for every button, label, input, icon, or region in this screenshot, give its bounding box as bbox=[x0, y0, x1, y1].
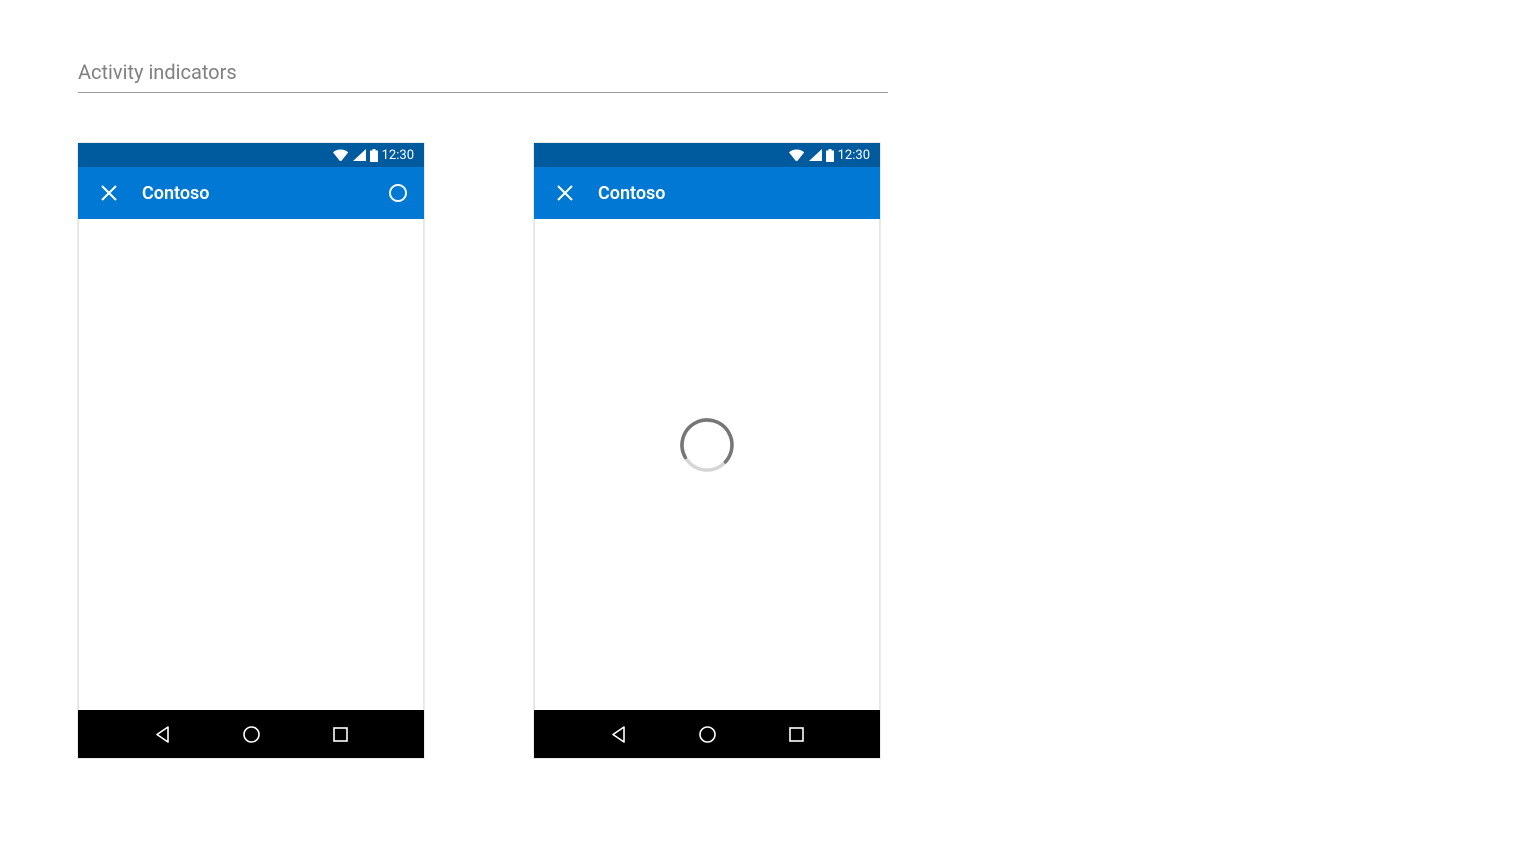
content-area bbox=[78, 219, 424, 710]
close-button[interactable] bbox=[94, 178, 124, 208]
activity-indicator-small bbox=[388, 183, 408, 203]
back-icon bbox=[610, 726, 627, 743]
phone-frame-2: 12:30 Contoso bbox=[534, 143, 880, 758]
close-icon bbox=[557, 185, 573, 201]
app-title: Contoso bbox=[598, 183, 864, 204]
battery-icon bbox=[826, 149, 834, 162]
section-title: Activity indicators bbox=[78, 60, 888, 93]
status-time: 12:30 bbox=[382, 148, 414, 163]
nav-back-button[interactable] bbox=[146, 718, 179, 751]
android-nav-bar bbox=[534, 710, 880, 758]
close-icon bbox=[101, 185, 117, 201]
recent-icon bbox=[333, 727, 348, 742]
nav-recent-button[interactable] bbox=[325, 719, 356, 750]
nav-recent-button[interactable] bbox=[781, 719, 812, 750]
phone-mockup-row: 12:30 Contoso 12:30 bbox=[78, 143, 1440, 758]
status-time: 12:30 bbox=[838, 148, 870, 163]
content-area bbox=[534, 219, 880, 710]
app-bar: Contoso bbox=[78, 167, 424, 219]
android-status-bar: 12:30 bbox=[78, 143, 424, 167]
home-icon bbox=[243, 726, 260, 743]
app-title: Contoso bbox=[142, 183, 388, 204]
wifi-icon bbox=[789, 149, 805, 161]
back-icon bbox=[154, 726, 171, 743]
home-icon bbox=[699, 726, 716, 743]
cellular-icon bbox=[353, 149, 366, 161]
android-nav-bar bbox=[78, 710, 424, 758]
close-button[interactable] bbox=[550, 178, 580, 208]
battery-icon bbox=[370, 149, 378, 162]
android-status-bar: 12:30 bbox=[534, 143, 880, 167]
cellular-icon bbox=[809, 149, 822, 161]
phone-frame-1: 12:30 Contoso bbox=[78, 143, 424, 758]
nav-home-button[interactable] bbox=[691, 718, 724, 751]
recent-icon bbox=[789, 727, 804, 742]
nav-back-button[interactable] bbox=[602, 718, 635, 751]
app-bar: Contoso bbox=[534, 167, 880, 219]
wifi-icon bbox=[333, 149, 349, 161]
nav-home-button[interactable] bbox=[235, 718, 268, 751]
activity-indicator-large bbox=[678, 416, 736, 474]
